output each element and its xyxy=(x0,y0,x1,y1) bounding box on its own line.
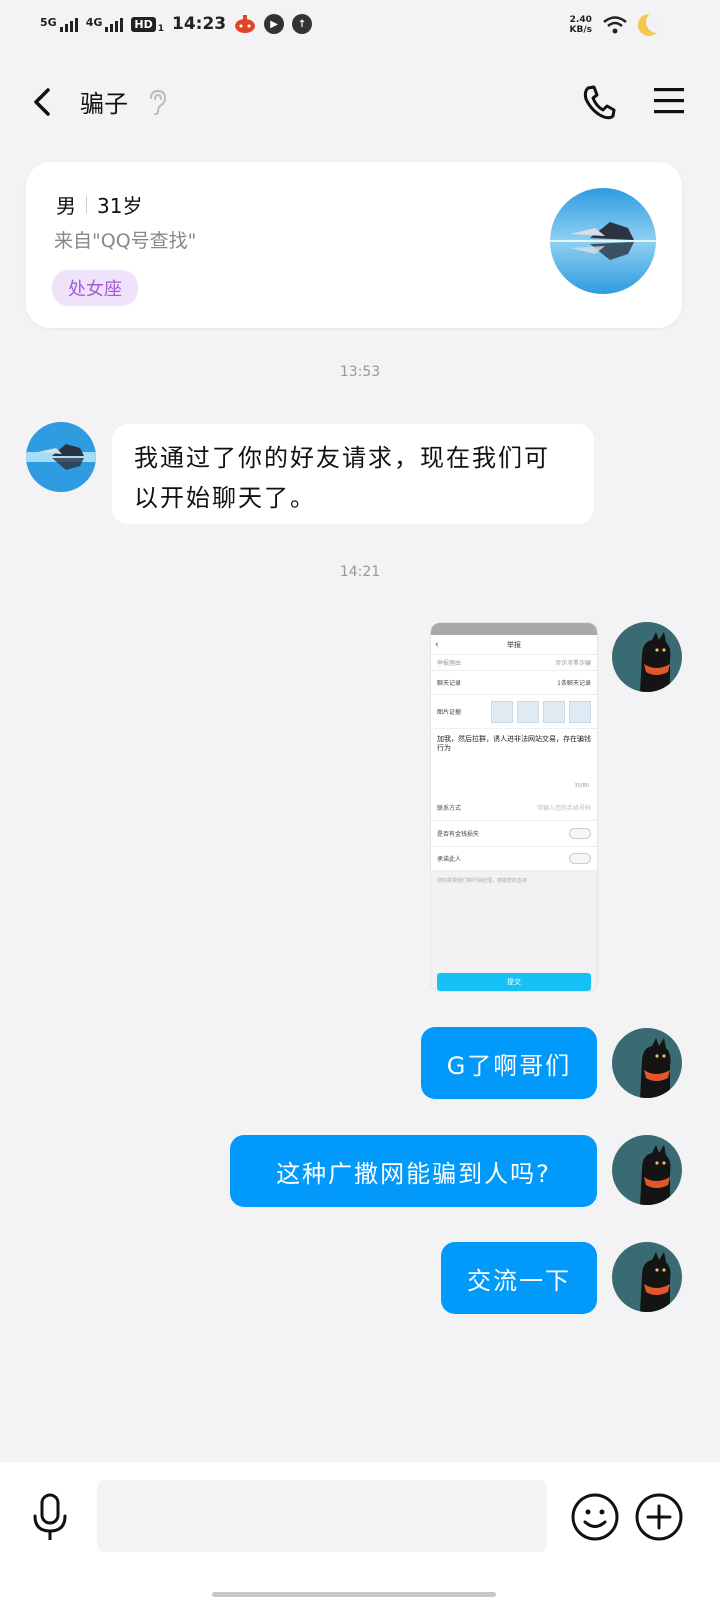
screenshot-title: ‹ 举报 xyxy=(431,635,597,655)
home-indicator xyxy=(212,1592,496,1597)
sender-avatar[interactable] xyxy=(26,422,96,492)
phone-icon[interactable] xyxy=(580,82,618,122)
upload-icon: ↑ xyxy=(292,14,313,34)
moon-icon xyxy=(638,14,660,36)
menu-icon[interactable] xyxy=(652,84,686,118)
hd-badge: HD xyxy=(131,16,156,32)
message-input[interactable] xyxy=(97,1480,547,1552)
plus-icon[interactable] xyxy=(634,1492,684,1542)
signal-5g-icon: 5G xyxy=(40,16,78,32)
screenshot-back-icon: ‹ xyxy=(435,640,439,650)
profile-gender: 男 xyxy=(56,194,76,218)
screenshot-row: 是否有金钱损失 xyxy=(431,821,597,847)
input-bar xyxy=(0,1462,720,1600)
screenshot-row: 举报理由 涉诈涉黑诈骗 xyxy=(431,655,597,671)
outgoing-message-bubble[interactable]: 交流一下 xyxy=(441,1242,597,1314)
profile-age: 31岁 xyxy=(97,194,143,218)
screenshot-row: 图片证据 xyxy=(431,695,597,729)
network-speed: 2.40 KB/s xyxy=(569,15,592,35)
media-play-icon: ▶ xyxy=(264,14,285,34)
notification-app-icon xyxy=(235,15,256,33)
screenshot-thumbnails xyxy=(491,700,591,723)
screenshot-row: 聊天记录 1条聊天记录 xyxy=(431,671,597,695)
screenshot-row: 承诺此人 xyxy=(431,847,597,871)
status-bar: 5G 4G HD 1 14:23 ▶ ↑ 2.40 KB/s xyxy=(0,0,720,56)
screenshot-toggle xyxy=(569,853,591,864)
my-avatar[interactable] xyxy=(612,622,682,692)
my-avatar[interactable] xyxy=(612,1028,682,1098)
zodiac-tag: 处女座 xyxy=(52,270,138,306)
timestamp: 13:53 xyxy=(339,364,381,380)
page-title: 骗子 xyxy=(80,90,128,118)
back-icon[interactable] xyxy=(26,82,62,122)
screenshot-status-bar xyxy=(431,623,597,635)
signal-4g-icon: 4G xyxy=(86,16,124,32)
profile-source: 来自"QQ号查找" xyxy=(54,230,197,252)
profile-card[interactable]: 男 31岁 来自"QQ号查找" 处女座 xyxy=(26,162,682,328)
chat-header: 骗子 xyxy=(0,70,720,134)
profile-basic-info: 男 31岁 xyxy=(56,190,142,219)
emoji-icon[interactable] xyxy=(570,1492,620,1542)
outgoing-message-bubble[interactable]: G了啊哥们 xyxy=(421,1027,597,1099)
incoming-message-bubble[interactable]: 我通过了你的好友请求，现在我们可以开始聊天了。 xyxy=(112,424,594,524)
my-avatar[interactable] xyxy=(612,1242,682,1312)
timestamp: 14:21 xyxy=(339,564,381,580)
status-time: 14:23 xyxy=(171,14,227,34)
screenshot-row: 联系方式 可输入您的手机号码 xyxy=(431,795,597,821)
contact-avatar[interactable] xyxy=(550,188,656,294)
outgoing-message-bubble[interactable]: 这种广撒网能骗到人吗? xyxy=(230,1135,597,1207)
image-message[interactable]: ‹ 举报 举报理由 涉诈涉黑诈骗 聊天记录 1条聊天记录 图片证据 加我，然后拉… xyxy=(430,622,598,992)
screenshot-toggle xyxy=(569,828,591,839)
ear-icon[interactable] xyxy=(146,88,168,116)
mic-icon[interactable] xyxy=(30,1492,70,1544)
screenshot-submit: 提交 xyxy=(437,973,591,991)
sim-index: 1 xyxy=(157,24,164,34)
status-left: 5G 4G HD 1 14:23 ▶ ↑ xyxy=(40,14,313,34)
screenshot-report-text: 加我，然后拉群，诱人进非法网站交易，存在骗钱行为 30/80 xyxy=(437,735,591,789)
wifi-icon xyxy=(603,16,627,34)
screenshot-footer: 您的举报我们将尽快处理，感谢您的支持 提交 xyxy=(431,871,597,991)
status-right: 2.40 KB/s xyxy=(570,14,660,36)
my-avatar[interactable] xyxy=(612,1135,682,1205)
divider xyxy=(86,195,87,214)
